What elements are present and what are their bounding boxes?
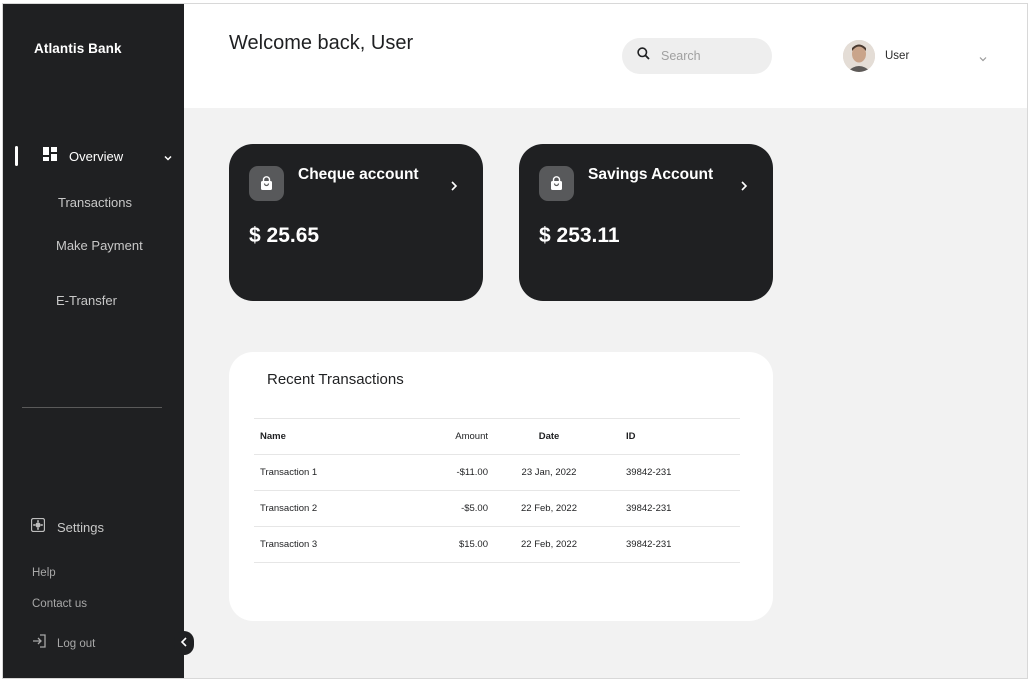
shopping-bag-icon (539, 166, 574, 201)
sidebar-item-label: Settings (57, 520, 104, 535)
cell-amount: -$5.00 (424, 490, 494, 527)
cell-id: 39842-231 (604, 490, 740, 527)
cell-id: 39842-231 (604, 454, 740, 491)
table-row[interactable]: Transaction 1 -$11.00 23 Jan, 2022 39842… (254, 454, 740, 491)
sidebar: Atlantis Bank Overview Transactions Make… (3, 4, 184, 678)
help-link[interactable]: Help (32, 567, 56, 579)
app-frame: Atlantis Bank Overview Transactions Make… (2, 3, 1028, 679)
account-balance: $ 253.11 (539, 224, 620, 247)
sidebar-collapse-button[interactable] (174, 631, 194, 655)
avatar (843, 40, 875, 72)
cheque-account-card[interactable]: Cheque account $ 25.65 (229, 144, 483, 301)
chevron-right-icon[interactable] (740, 179, 748, 197)
table-header-row: Name Amount Date ID (254, 418, 740, 455)
recent-transactions-panel: Recent Transactions Name Amount Date ID … (229, 352, 773, 621)
user-menu[interactable]: User (843, 40, 988, 72)
user-name: User (885, 50, 910, 62)
page-title: Welcome back, User (229, 32, 414, 54)
column-header-date: Date (494, 418, 604, 455)
contact-us-link[interactable]: Contact us (32, 598, 87, 610)
cell-date: 23 Jan, 2022 (494, 454, 604, 491)
account-title: Savings Account (588, 166, 714, 183)
logout-icon (32, 634, 47, 653)
sidebar-item-settings[interactable]: Settings (30, 517, 104, 537)
table-row[interactable]: Transaction 3 $15.00 22 Feb, 2022 39842-… (254, 526, 740, 563)
column-header-amount: Amount (424, 418, 494, 455)
sidebar-item-transactions[interactable]: Transactions (58, 195, 132, 210)
table-row[interactable]: Transaction 2 -$5.00 22 Feb, 2022 39842-… (254, 490, 740, 527)
section-title: Recent Transactions (267, 371, 404, 388)
chevron-down-icon[interactable] (163, 150, 173, 168)
sidebar-item-make-payment[interactable]: Make Payment (56, 238, 143, 253)
sidebar-item-label: Overview (69, 148, 124, 164)
column-header-name: Name (254, 418, 424, 455)
active-indicator (15, 146, 18, 166)
account-balance: $ 25.65 (249, 224, 320, 247)
sidebar-item-overview[interactable]: Overview (43, 146, 173, 166)
cell-name: Transaction 2 (254, 490, 424, 527)
cell-id: 39842-231 (604, 526, 740, 563)
search-bar[interactable] (622, 38, 772, 74)
shopping-bag-icon (249, 166, 284, 201)
sidebar-item-e-transfer[interactable]: E-Transfer (56, 293, 117, 308)
cell-date: 22 Feb, 2022 (494, 490, 604, 527)
top-header: Welcome back, User User (184, 4, 1027, 108)
cell-date: 22 Feb, 2022 (494, 526, 604, 563)
search-icon (637, 47, 650, 65)
column-header-id: ID (604, 418, 740, 455)
sidebar-divider (22, 407, 162, 408)
cell-amount: $15.00 (424, 526, 494, 563)
cell-amount: -$11.00 (424, 454, 494, 491)
transactions-table: Name Amount Date ID Transaction 1 -$11.0… (254, 418, 740, 563)
settings-icon (30, 517, 46, 537)
dashboard-icon (43, 146, 57, 166)
search-input[interactable] (661, 49, 761, 63)
account-title: Cheque account (298, 166, 419, 183)
savings-account-card[interactable]: Savings Account $ 253.11 (519, 144, 773, 301)
logout-button[interactable]: Log out (32, 634, 95, 653)
cell-name: Transaction 3 (254, 526, 424, 563)
logout-label: Log out (57, 637, 96, 650)
brand-logo: Atlantis Bank (34, 41, 122, 56)
cell-name: Transaction 1 (254, 454, 424, 491)
chevron-down-icon[interactable] (978, 51, 988, 69)
chevron-right-icon[interactable] (450, 179, 458, 197)
chevron-left-icon (180, 634, 188, 652)
